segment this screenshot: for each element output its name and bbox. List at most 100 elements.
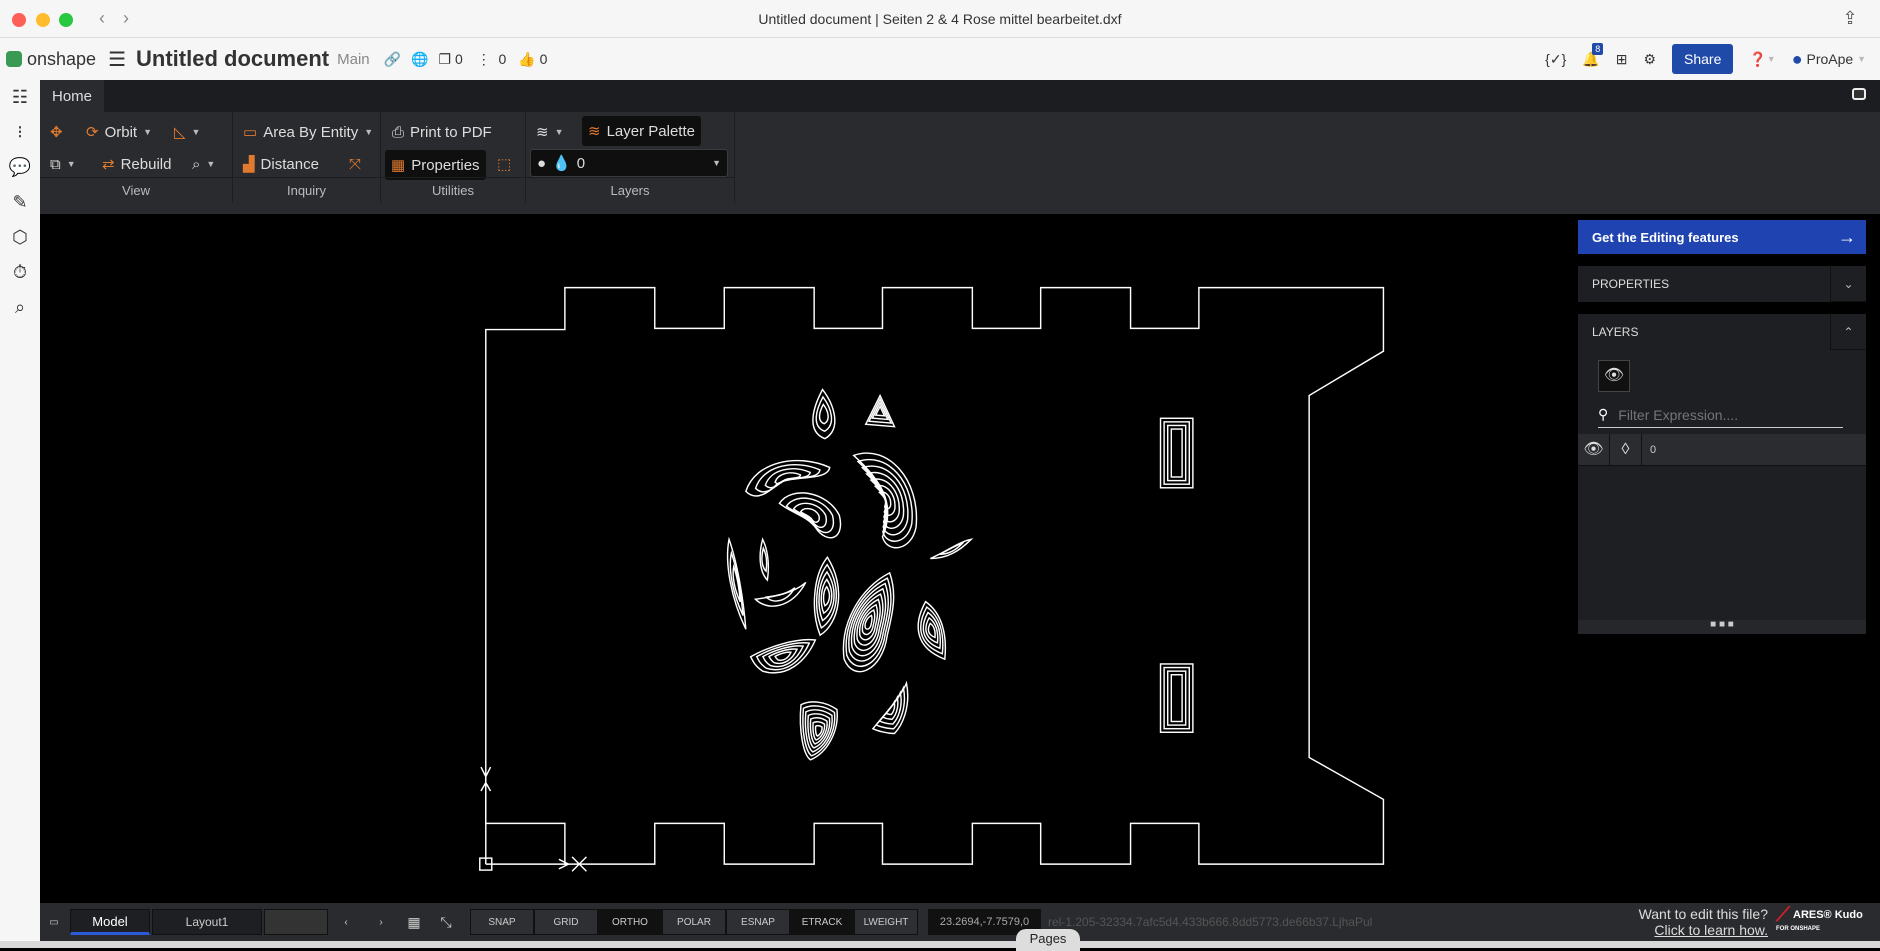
globe-icon[interactable]: 🌐 bbox=[411, 51, 428, 68]
drop-icon[interactable]: ◊ bbox=[1610, 433, 1642, 466]
get-editing-features-button[interactable]: Get the Editing features → bbox=[1578, 220, 1866, 254]
add-layout[interactable] bbox=[264, 909, 328, 935]
toggle-grid[interactable]: GRID bbox=[534, 909, 598, 935]
arrow-right-icon: → bbox=[1838, 226, 1856, 247]
current-layer-select[interactable]: ● 💧 0 ▼ bbox=[530, 149, 728, 177]
notifications-button[interactable]: 🔔 8 bbox=[1582, 42, 1604, 68]
layers-panel: 👁 ⚲ 👁 ◊ 0 ■ ■ ■ bbox=[1578, 350, 1866, 634]
branches-button[interactable]: ⋮ 0 bbox=[477, 51, 507, 68]
expand-icon[interactable]: ⌄ bbox=[1830, 266, 1866, 302]
select-icon[interactable]: ⬚ bbox=[491, 150, 517, 178]
group-layers: ≋ ▼ ≋ Layer Palette ● 💧 0 ▼ Layers bbox=[526, 112, 735, 203]
tab-layout1[interactable]: Layout1 bbox=[152, 909, 262, 935]
document-title[interactable]: Untitled document bbox=[136, 46, 329, 72]
layer-tools-button[interactable]: ≋ ▼ bbox=[530, 118, 570, 146]
variables-icon[interactable]: {✓} bbox=[1545, 51, 1566, 68]
view-cube-button[interactable]: ⧉ ▼ bbox=[44, 150, 82, 178]
link-icon[interactable]: 🔗 bbox=[384, 51, 401, 68]
layout-icon[interactable]: ▦ bbox=[400, 909, 428, 935]
help-button[interactable]: ❓ ▼ bbox=[1749, 51, 1775, 68]
shape-icon: ◺ bbox=[174, 124, 186, 141]
layer-drop-icon: 💧 bbox=[552, 155, 571, 172]
comment-icon[interactable]: 💬 bbox=[0, 150, 40, 185]
share-button[interactable]: Share bbox=[1672, 44, 1734, 74]
toggle-etrack[interactable]: ETRACK bbox=[790, 909, 854, 935]
layer-visibility-tool-icon[interactable]: 👁 bbox=[1598, 360, 1630, 392]
xyz-coordinates-icon[interactable]: ⤧ bbox=[343, 150, 367, 178]
share-sheet-icon[interactable]: ⇪ bbox=[1838, 8, 1862, 30]
layer-color-icon: ● bbox=[537, 154, 547, 172]
status-bar: ▭ Model Layout1 ‹ › ▦ ⤡ SNAP GRID ORTHO POL… bbox=[40, 903, 1880, 941]
view-style-button[interactable]: ◺ ▼ bbox=[168, 118, 206, 146]
viewport-icon[interactable]: ▭ bbox=[42, 909, 66, 935]
eye-icon[interactable]: 👁 bbox=[1578, 433, 1610, 466]
filter-expression-field[interactable]: ⚲ bbox=[1598, 402, 1843, 428]
toggle-lweight[interactable]: LWEIGHT bbox=[854, 909, 918, 935]
ribbon-divider bbox=[40, 203, 1880, 214]
ares-kudo-logo: ⟋ ARES® Kudo FOR ONSHAPE bbox=[1776, 904, 1863, 932]
user-menu[interactable]: ● ProApe ▼ bbox=[1792, 49, 1866, 70]
layer-palette-icon: ≋ bbox=[588, 123, 601, 140]
toggle-ortho[interactable]: ORTHO bbox=[598, 909, 662, 935]
cta-label: Get the Editing features bbox=[1592, 229, 1739, 245]
edit-prompt: Want to edit this file? Click to learn h… bbox=[1639, 906, 1768, 938]
layer-palette-button[interactable]: ≋ Layer Palette bbox=[582, 116, 701, 146]
distance-label: Distance bbox=[260, 155, 319, 173]
print-to-pdf-button[interactable]: ⎙ Print to PDF bbox=[386, 118, 498, 146]
group-label-view: View bbox=[40, 177, 232, 203]
layer-row[interactable]: 👁 ◊ 0 bbox=[1578, 433, 1866, 466]
rebuild-button[interactable]: ⇄ Rebuild bbox=[96, 150, 177, 178]
toggle-esnap[interactable]: ESNAP bbox=[726, 909, 790, 935]
layers-section-header[interactable]: LAYERS ⌃ bbox=[1578, 314, 1866, 350]
distance-button[interactable]: ▟ Distance bbox=[237, 150, 325, 178]
tab-home[interactable]: Home bbox=[40, 80, 105, 112]
area-by-entity-button[interactable]: ▭ Area By Entity ▼ bbox=[237, 118, 379, 146]
toggle-snap[interactable]: SNAP bbox=[470, 909, 534, 935]
versions-icon: ❐ bbox=[438, 50, 452, 67]
user-name: ProApe bbox=[1806, 51, 1854, 67]
history-icon[interactable]: ⏱ bbox=[0, 255, 40, 290]
properties-icon: ▦ bbox=[391, 157, 406, 174]
filter-input[interactable] bbox=[1618, 406, 1819, 423]
cube-icon: ⧉ bbox=[50, 155, 61, 173]
zoom-button[interactable]: ⌕ ▼ bbox=[186, 150, 221, 178]
revision-id: rel-1.205-32334.7afc5d4.433b666.8dd5773.… bbox=[1048, 915, 1373, 929]
prev-layout-icon[interactable]: ‹ bbox=[330, 909, 362, 935]
minimize-ribbon-icon[interactable] bbox=[1852, 88, 1866, 100]
collapse-icon[interactable]: ⌃ bbox=[1830, 314, 1866, 350]
search-parts-icon[interactable]: ⌕ bbox=[0, 290, 40, 325]
feature-list-icon[interactable]: ☷ bbox=[0, 80, 40, 115]
versions-button[interactable]: ❐ 0 bbox=[439, 51, 463, 68]
rebuild-icon: ⇄ bbox=[102, 156, 115, 173]
menu-icon[interactable]: ☰ bbox=[108, 47, 126, 72]
like-button[interactable]: 👍 0 bbox=[518, 51, 547, 68]
learning-icon[interactable]: ⚙ bbox=[1643, 51, 1656, 68]
properties-button[interactable]: ▦ Properties bbox=[385, 150, 486, 180]
window-title: Untitled document | Seiten 2 & 4 Rose mi… bbox=[758, 11, 1122, 27]
insert-icon[interactable]: ⁝ bbox=[0, 115, 40, 150]
next-layout-icon[interactable]: › bbox=[365, 909, 397, 935]
left-sidebar: ☷ ⁝ 💬 ✎ ⬡ ⏱ ⌕ bbox=[0, 80, 40, 941]
toggle-polar[interactable]: POLAR bbox=[662, 909, 726, 935]
notification-badge: 8 bbox=[1592, 42, 1604, 55]
printer-icon: ⎙ bbox=[392, 123, 405, 141]
orbit-button[interactable]: ⟳ Orbit ▼ bbox=[80, 118, 158, 146]
tab-model[interactable]: Model bbox=[70, 909, 150, 935]
branch-label[interactable]: Main bbox=[337, 51, 370, 68]
distance-icon: ▟ bbox=[243, 156, 255, 173]
learn-link[interactable]: Click to learn how. bbox=[1639, 922, 1768, 938]
snap-settings-icon[interactable]: ⤡ bbox=[432, 909, 460, 935]
parts-icon[interactable]: ⬡ bbox=[0, 220, 40, 255]
branches-count: 0 bbox=[498, 51, 507, 67]
layers-title: LAYERS bbox=[1592, 325, 1639, 339]
avatar: ● bbox=[1791, 48, 1803, 69]
ribbon: ✥ ⟳ Orbit ▼ ◺ ▼ ⧉ ▼ ⇄ Rebuild ⌕ ▼ View ▭ Area B… bbox=[40, 112, 1880, 203]
app-store-icon[interactable]: ⊞ bbox=[1616, 51, 1628, 68]
properties-section-header[interactable]: PROPERTIES ⌄ bbox=[1578, 266, 1866, 302]
notes-icon[interactable]: ✎ bbox=[0, 185, 40, 220]
properties-label: Properties bbox=[411, 156, 480, 174]
resize-handle[interactable]: ■ ■ ■ bbox=[1578, 620, 1866, 634]
pan-icon[interactable]: ✥ bbox=[44, 118, 69, 146]
layers-icon: ≋ bbox=[536, 124, 549, 141]
zoom-icon: ⌕ bbox=[192, 155, 201, 173]
